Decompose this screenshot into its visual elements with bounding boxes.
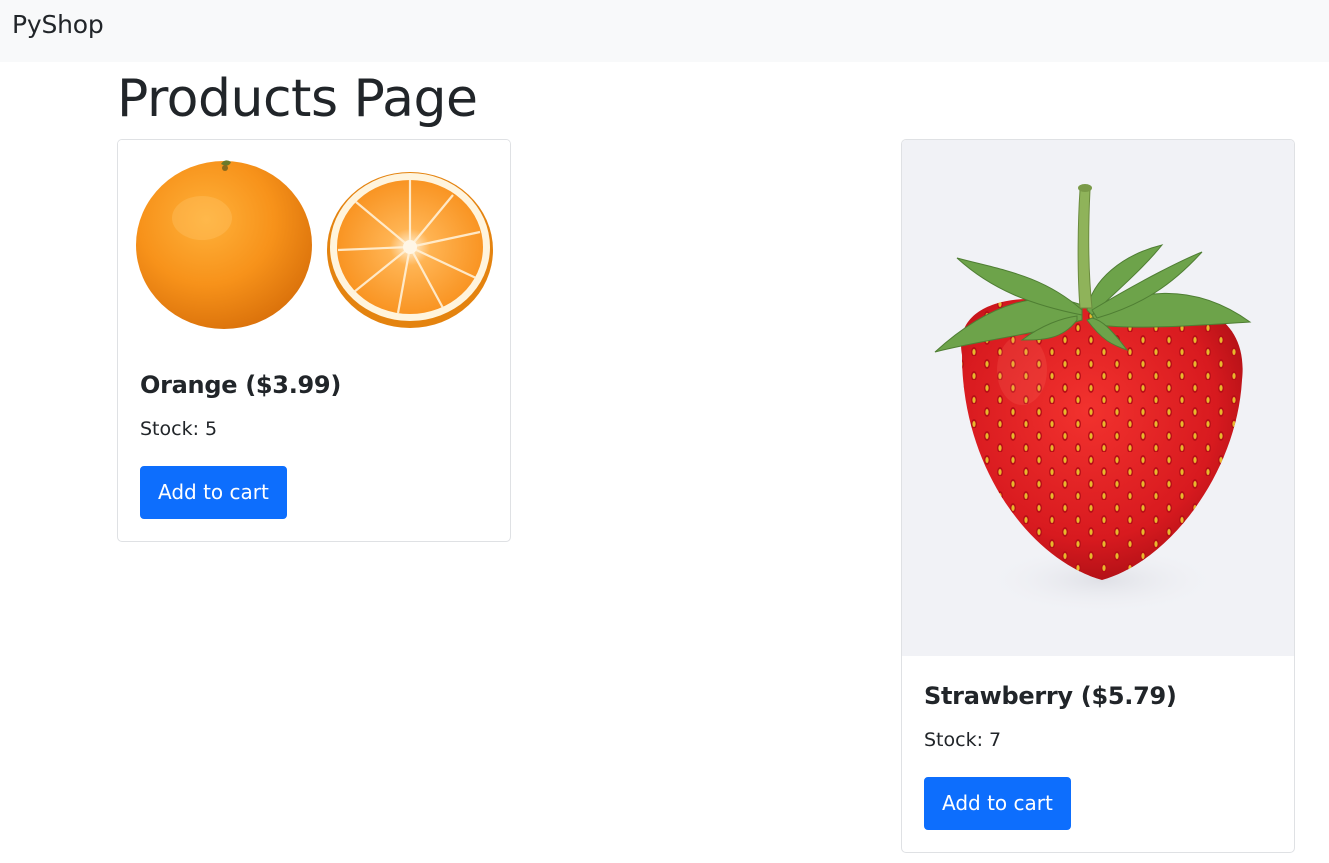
orange-image — [118, 140, 510, 340]
page-title: Products Page — [117, 69, 478, 129]
product-card-orange: Orange ($3.99) Stock: 5 Add to cart — [117, 139, 511, 542]
add-to-cart-button[interactable]: Add to cart — [140, 466, 287, 519]
strawberry-image — [902, 140, 1294, 656]
navbar-brand[interactable]: PyShop — [12, 9, 104, 41]
product-title: Strawberry ($5.79) — [924, 682, 1177, 710]
product-title: Orange ($3.99) — [140, 371, 341, 399]
orange-fruit-image — [136, 160, 493, 329]
navbar: PyShop — [0, 0, 1329, 62]
product-card-strawberry: Strawberry ($5.79) Stock: 7 Add to cart — [901, 139, 1295, 853]
strawberry-fruit-image — [934, 184, 1252, 615]
add-to-cart-button[interactable]: Add to cart — [924, 777, 1071, 830]
product-stock: Stock: 5 — [140, 418, 218, 440]
product-stock: Stock: 7 — [924, 729, 1002, 751]
